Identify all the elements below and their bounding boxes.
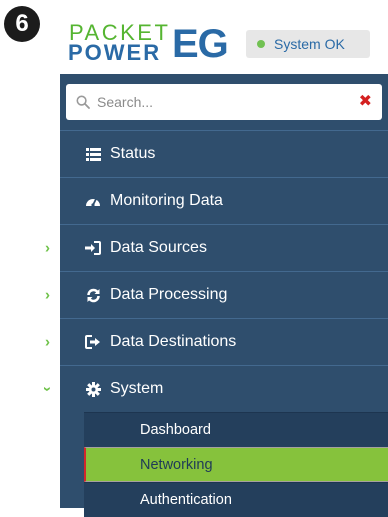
system-submenu: Dashboard Networking Authentication [84,412,388,517]
sidebar-item-label: Status [110,145,156,162]
system-status-badge[interactable]: System OK [246,30,370,58]
refresh-icon [84,288,102,303]
step-number-badge: 6 [4,6,40,42]
submenu-item-dashboard[interactable]: Dashboard [84,412,388,447]
sign-out-icon [84,335,102,349]
sidebar-item-data-sources[interactable]: › Data Sources [45,224,388,271]
gear-icon [84,381,102,397]
chevron-right-icon: › [45,333,50,351]
submenu-item-networking[interactable]: Networking [84,447,388,482]
search-input[interactable] [90,93,359,111]
submenu-item-authentication[interactable]: Authentication [84,482,388,517]
search-icon [76,95,90,109]
submenu-item-label: Networking [140,456,213,473]
chevron-down-icon: › [39,386,56,392]
sidebar-item-label: Data Destinations [110,333,237,350]
chevron-right-icon: › [45,239,50,257]
search-area: ✖ [60,74,388,130]
submenu-item-label: Authentication [140,492,232,508]
sidebar-item-data-destinations[interactable]: › Data Destinations [45,318,388,365]
sidebar-item-monitoring-data[interactable]: Monitoring Data [60,177,388,224]
logo-text-power: POWER [68,40,162,65]
dashboard-gauge-icon [84,194,102,208]
sidebar-item-label: Data Processing [110,286,228,303]
sidebar-item-data-processing[interactable]: › Data Processing [45,271,388,318]
sidebar: ✖ Status Monitoring Data › [39,74,388,517]
close-icon[interactable]: ✖ [359,94,372,110]
sidebar-item-status[interactable]: Status [60,130,388,177]
packet-power-logo: PACKET POWER EG [68,22,229,66]
chevron-right-icon: › [45,286,50,304]
status-text: System OK [274,36,345,52]
logo-text-eg: EG [172,22,229,66]
sidebar-item-label: Monitoring Data [110,192,223,209]
sidebar-item-label: Data Sources [110,239,207,256]
sign-in-icon [84,241,102,255]
sidebar-item-system[interactable]: › System [39,365,388,412]
submenu-item-label: Dashboard [140,422,211,438]
status-dot-icon [257,40,265,48]
search-box: ✖ [66,84,382,120]
sidebar-item-label: System [110,380,164,397]
list-icon [84,147,102,161]
